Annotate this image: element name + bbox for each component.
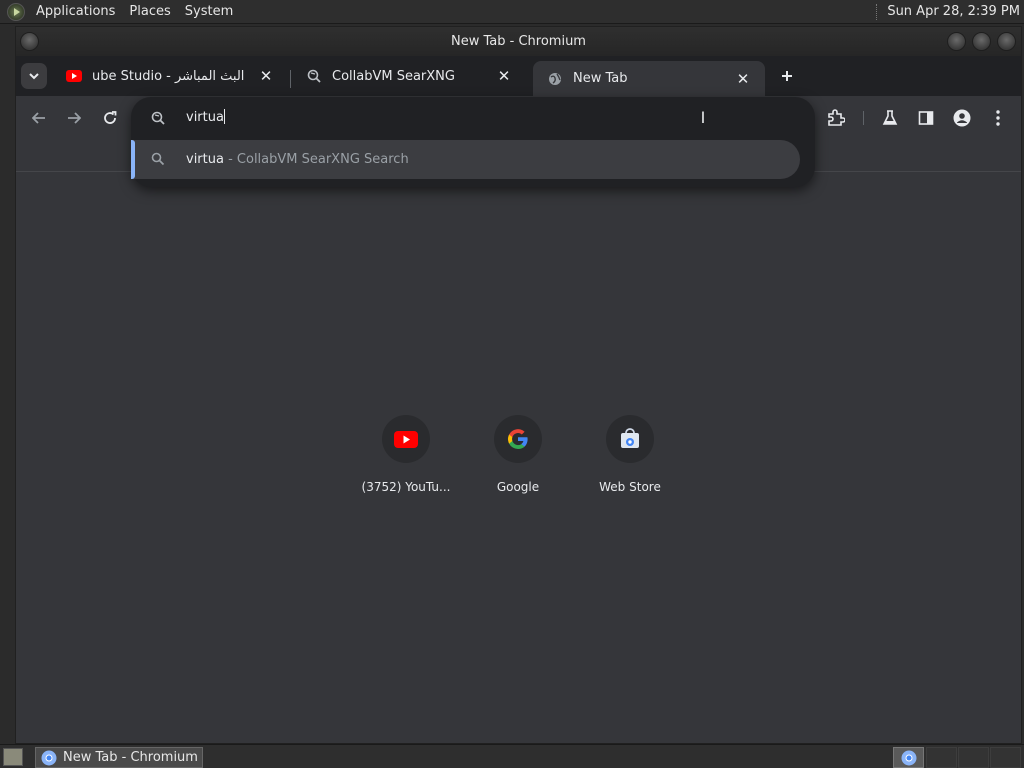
- searxng-icon: [151, 110, 167, 126]
- chevron-down-icon: [29, 73, 39, 80]
- top-panel: Applications Places System Sun Apr 28, 2…: [0, 0, 1024, 24]
- window-menu-button[interactable]: [20, 32, 39, 51]
- shortcut-google[interactable]: Google: [462, 415, 574, 505]
- close-window-button[interactable]: [997, 32, 1016, 51]
- workspace-4[interactable]: [990, 747, 1021, 768]
- show-desktop-button[interactable]: [3, 748, 23, 766]
- reload-icon: [104, 111, 117, 124]
- close-icon[interactable]: ✕: [735, 70, 751, 88]
- avatar-icon: [953, 109, 971, 127]
- shortcut-tile: [494, 415, 542, 463]
- web-store-icon: [621, 428, 639, 448]
- system-menu[interactable]: System: [178, 0, 240, 24]
- new-tab-button[interactable]: [774, 63, 800, 89]
- window-title: New Tab - Chromium: [451, 34, 586, 49]
- taskbar-window-title: New Tab - Chromium: [63, 750, 198, 765]
- extensions-button[interactable]: [824, 106, 848, 130]
- taskbar-window-button[interactable]: New Tab - Chromium: [35, 747, 203, 768]
- bottom-panel: New Tab - Chromium: [0, 744, 1024, 768]
- tab-title: New Tab: [573, 71, 628, 86]
- workspace-2[interactable]: [926, 747, 957, 768]
- searxng-icon: [306, 68, 322, 84]
- arrow-left-icon: [32, 112, 45, 124]
- tab-title: CollabVM SearXNG: [332, 68, 455, 84]
- ibeam-cursor-icon: I: [700, 108, 706, 127]
- profile-button[interactable]: [950, 106, 974, 130]
- suggestion-text: virtua - CollabVM SearXNG Search: [186, 150, 409, 170]
- new-tab-page: (3752) YouTu... Google Web Store: [16, 174, 1021, 743]
- puzzle-icon: [828, 109, 845, 126]
- back-button[interactable]: [27, 106, 51, 130]
- shortcut-youtube[interactable]: (3752) YouTu...: [350, 415, 462, 505]
- close-icon[interactable]: ✕: [496, 67, 512, 85]
- window-titlebar[interactable]: New Tab - Chromium: [16, 27, 1021, 56]
- globe-icon: [547, 71, 563, 87]
- shortcut-label: Google: [496, 480, 540, 494]
- shortcut-label: (3752) YouTu...: [361, 480, 451, 494]
- address-bar-input[interactable]: virtua: [186, 108, 225, 128]
- tab-collabvm-searxng[interactable]: CollabVM SearXNG ✕: [292, 61, 526, 91]
- tab-title: ube Studio - البث المباشر: [92, 68, 245, 84]
- chromium-icon: [901, 750, 916, 765]
- distro-logo-icon[interactable]: [7, 2, 25, 21]
- kebab-menu-icon: [996, 110, 1000, 126]
- search-icon: [151, 151, 167, 167]
- workspace-1[interactable]: [893, 747, 924, 768]
- plus-icon: [782, 71, 792, 81]
- workspace-3[interactable]: [958, 747, 989, 768]
- suggestion-query: virtua: [186, 152, 224, 167]
- maximize-button[interactable]: [972, 32, 991, 51]
- clock[interactable]: Sun Apr 28, 2:39 PM: [887, 4, 1024, 19]
- chromium-icon: [41, 750, 57, 765]
- panel-separator: [876, 3, 878, 20]
- places-menu[interactable]: Places: [122, 0, 177, 24]
- tab-divider: [290, 70, 291, 88]
- typed-text: virtua: [186, 110, 224, 125]
- minimize-button[interactable]: [947, 32, 966, 51]
- side-panel-icon: [918, 111, 934, 125]
- youtube-icon: [66, 68, 82, 84]
- tab-search-button[interactable]: [21, 63, 47, 89]
- selection-indicator: [131, 140, 135, 179]
- flask-icon: [882, 110, 898, 125]
- shortcut-tile: [382, 415, 430, 463]
- shortcut-tile: [606, 415, 654, 463]
- tab-youtube-studio[interactable]: ube Studio - البث المباشر ✕: [52, 61, 288, 91]
- youtube-icon: [394, 430, 418, 448]
- google-icon: [508, 429, 528, 450]
- applications-menu[interactable]: Applications: [29, 0, 122, 24]
- close-icon[interactable]: ✕: [258, 67, 274, 85]
- shortcut-label: Web Store: [599, 480, 661, 494]
- tab-new-tab[interactable]: New Tab ✕: [533, 61, 765, 96]
- arrow-right-icon: [68, 112, 81, 124]
- text-caret: [223, 109, 225, 124]
- side-panel-button[interactable]: [914, 106, 938, 130]
- reload-button[interactable]: [98, 106, 122, 130]
- omnibox-popup: virtua I virtua - CollabVM SearXNG Searc…: [131, 97, 815, 187]
- chrome-menu-button[interactable]: [986, 106, 1010, 130]
- omnibox-suggestion[interactable]: virtua - CollabVM SearXNG Search: [131, 140, 800, 179]
- forward-button[interactable]: [62, 106, 86, 130]
- chrome-labs-button[interactable]: [878, 106, 902, 130]
- toolbar-separator: [863, 111, 864, 125]
- shortcut-web-store[interactable]: Web Store: [574, 415, 686, 505]
- suggestion-provider: - CollabVM SearXNG Search: [223, 152, 409, 167]
- tab-strip: ube Studio - البث المباشر ✕ CollabVM Sea…: [16, 56, 1021, 96]
